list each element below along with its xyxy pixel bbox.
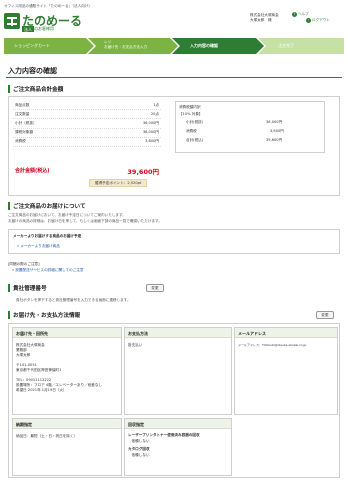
maker-delivery-label: メーカーよりお届けする商品のお届け予定 <box>13 234 82 238</box>
help-label: ヘルプ <box>298 12 309 17</box>
help-link[interactable]: ? ヘルプ <box>292 12 309 17</box>
payment-header: お支払方法 <box>125 328 231 338</box>
summary-row-value: 3,600円 <box>95 137 161 147</box>
summary-box: 商品点数 1点 注文数量 20点 小計（税抜） 36,000円 課税対象額 36… <box>8 96 340 196</box>
dest-line: 設置場所：フロア 4階／エレベーターあり／段差なし <box>16 383 103 387</box>
logout-label: ログアウト <box>312 18 330 23</box>
dest-line: 業務部 <box>16 348 27 352</box>
maker-delivery-box: メーカーよりお届けする商品のお届け予定 » メーカーよりお届け商品 <box>8 229 340 254</box>
help-icon: ? <box>292 12 297 17</box>
note-title: [同梱の際のご注意] <box>8 262 40 266</box>
summary-row: 課税対象額 36,000円 <box>13 128 161 138</box>
mgmt-change-button[interactable]: 変更 <box>146 284 164 292</box>
logo-mark-icon <box>4 13 20 29</box>
collection-card: 回収指定 レーザープリンタトナー使用済み容器の回収 依頼しない カタログ回収 依… <box>124 418 232 476</box>
user-name: 大塚太郎 様 <box>250 18 272 22</box>
tax-row-value: 3,600円 <box>270 129 284 133</box>
destination-title: お届け先・田所先 <box>16 330 48 336</box>
dest-line: 希望日 2021年 1月19日（火） <box>16 388 67 392</box>
tax-row-value: 39,600円 <box>266 138 283 142</box>
collection-line: レーザープリンタトナー使用済み容器の回収 <box>128 433 200 437</box>
summary-row-value: 36,000円 <box>95 118 161 129</box>
summary-title: ご注文商品合計金額 <box>8 85 63 93</box>
logo-sub-text: のお客様用 <box>34 26 54 31</box>
collection-line: 依頼しない <box>128 439 150 443</box>
company-name: 株式会社大塚商会 <box>250 13 279 17</box>
points-badge: 獲得予定ポイント：2,520pt <box>89 179 148 188</box>
logout-icon: › <box>306 18 311 23</box>
tax-row-value: 36,000円 <box>266 120 283 124</box>
delivery-date-header: 納期指定 <box>13 419 121 429</box>
destination-card: お届け先・田所先 株式会社大塚商会 業務部 大塚太郎 〒101-0051 東京都… <box>12 327 122 415</box>
step-register: レジ お届け先・お支払方法入力 <box>104 40 148 49</box>
summary-row: 小計（税抜） 36,000円 <box>13 118 161 129</box>
delivery-date-card: 納期指定 納品日：最短（土・日・祝日を除く） <box>12 418 122 476</box>
summary-row-label: 商品点数 <box>13 101 96 111</box>
tax-row-label: 消費税 <box>186 129 197 133</box>
summary-row-label: 小計（税抜） <box>13 118 96 129</box>
tax-row-label: 合計(税込) <box>186 138 204 142</box>
collection-line: 依頼しない <box>128 453 150 457</box>
note-link[interactable]: » 設置配送サービスの詳細に関してのご注意 <box>12 268 84 272</box>
collection-line: カタログ回収 <box>128 447 150 451</box>
mgmt-title: 貴社管理番号 <box>8 284 47 292</box>
step-complete: 注文完了 <box>278 43 294 48</box>
summary-row: 消費税 3,600円 <box>13 137 161 147</box>
summary-row-label: 消費税 <box>13 137 96 147</box>
step-confirm: 入力内容の確認 <box>190 43 218 48</box>
ship-title: お届け先・お支払方法情報 <box>8 311 80 319</box>
mail-value: メールアドレス：T.Kitsuki@otsuka-shokai.co.jp <box>238 343 307 347</box>
payment-value: 掛支払い <box>128 343 143 347</box>
summary-row-label: 課税対象額 <box>13 128 96 138</box>
page-title: 入力内容の確認 <box>8 67 57 75</box>
collection-title: 回収指定 <box>128 421 144 427</box>
summary-row: 注文数量 20点 <box>13 109 161 120</box>
payment-card: お支払方法 掛支払い <box>124 327 232 415</box>
delivery-date-value: 納品日：最短（土・日・祝日を除く） <box>16 434 78 438</box>
dest-line: 株式会社大塚商会 <box>16 343 45 347</box>
dest-line: 東京都千代田区神田神保町1 <box>16 368 62 372</box>
payment-title: お支払方法 <box>128 330 148 336</box>
summary-row-label: 注文数量 <box>13 109 96 120</box>
summary-row-value: 36,000円 <box>95 128 161 138</box>
summary-table: 商品点数 1点 注文数量 20点 小計（税抜） 36,000円 課税対象額 36… <box>13 101 161 147</box>
tax-box-subtitle: 【10% 対象】 <box>179 112 203 116</box>
mail-card: メールアドレス メールアドレス：T.Kitsuki@otsuka-shokai.… <box>234 327 338 415</box>
summary-row-value: 20点 <box>95 109 161 120</box>
dest-line: 〒101-0051 <box>16 363 37 367</box>
delivery-title: ご注文商品のお届けについて <box>8 202 86 210</box>
mail-title: メールアドレス <box>238 330 266 336</box>
dest-line: 大塚太郎 <box>16 353 31 357</box>
summary-row: 商品点数 1点 <box>13 101 161 111</box>
site-tagline: オフィス用品の通販サイト「たのめーる」（法人向け） <box>4 4 92 8</box>
site-logo[interactable]: たのめーる 法人 のお客様用 <box>4 12 104 32</box>
delivery-date-title: 納期指定 <box>16 421 32 427</box>
logo-sub-badge: 法人 <box>22 26 34 32</box>
tax-box-title: 消費税額内訳 <box>179 105 201 109</box>
logout-link[interactable]: › ログアウト <box>306 18 330 23</box>
summary-row-value: 1点 <box>95 101 161 111</box>
destination-header: お届け先・田所先 <box>13 328 121 338</box>
total-value: 39,600円 <box>127 168 159 176</box>
maker-delivery-link[interactable]: » メーカーよりお届け商品 <box>17 244 60 248</box>
step-cart: ショッピングカート <box>14 43 50 48</box>
title-underline <box>6 77 342 78</box>
ship-change-button[interactable]: 変更 <box>316 311 334 319</box>
dest-line: TEL：09011112222 <box>16 378 52 382</box>
collection-header: 回収指定 <box>125 419 231 429</box>
mail-header: メールアドレス <box>235 328 337 338</box>
delivery-text-1: ご注文商品のお届けにおいて、お届け予定日についてご案内いたします。 <box>8 213 126 217</box>
total-label: 合計金額(税込) <box>15 168 50 174</box>
mgmt-text: 貴社ボタンを押下すると貴社管理番号を入力できる画面に遷移します。 <box>16 298 131 302</box>
checkout-steps: ショッピングカート レジ お届け先・お支払方法入力 入力内容の確認 注文完了 <box>4 38 344 54</box>
delivery-text-2: お届けの商品の詳細は、お届け日を押して、もしくは画面下部の商品一覧で確認いただけ… <box>8 219 162 223</box>
ship-container: お届け先・田所先 株式会社大塚商会 業務部 大塚太郎 〒101-0051 東京都… <box>8 323 340 478</box>
tax-row-label: 小計(税抜) <box>186 120 204 124</box>
tax-breakdown-box: 消費税額内訳 【10% 対象】 小計(税抜) 36,000円 消費税 3,600… <box>175 101 325 153</box>
